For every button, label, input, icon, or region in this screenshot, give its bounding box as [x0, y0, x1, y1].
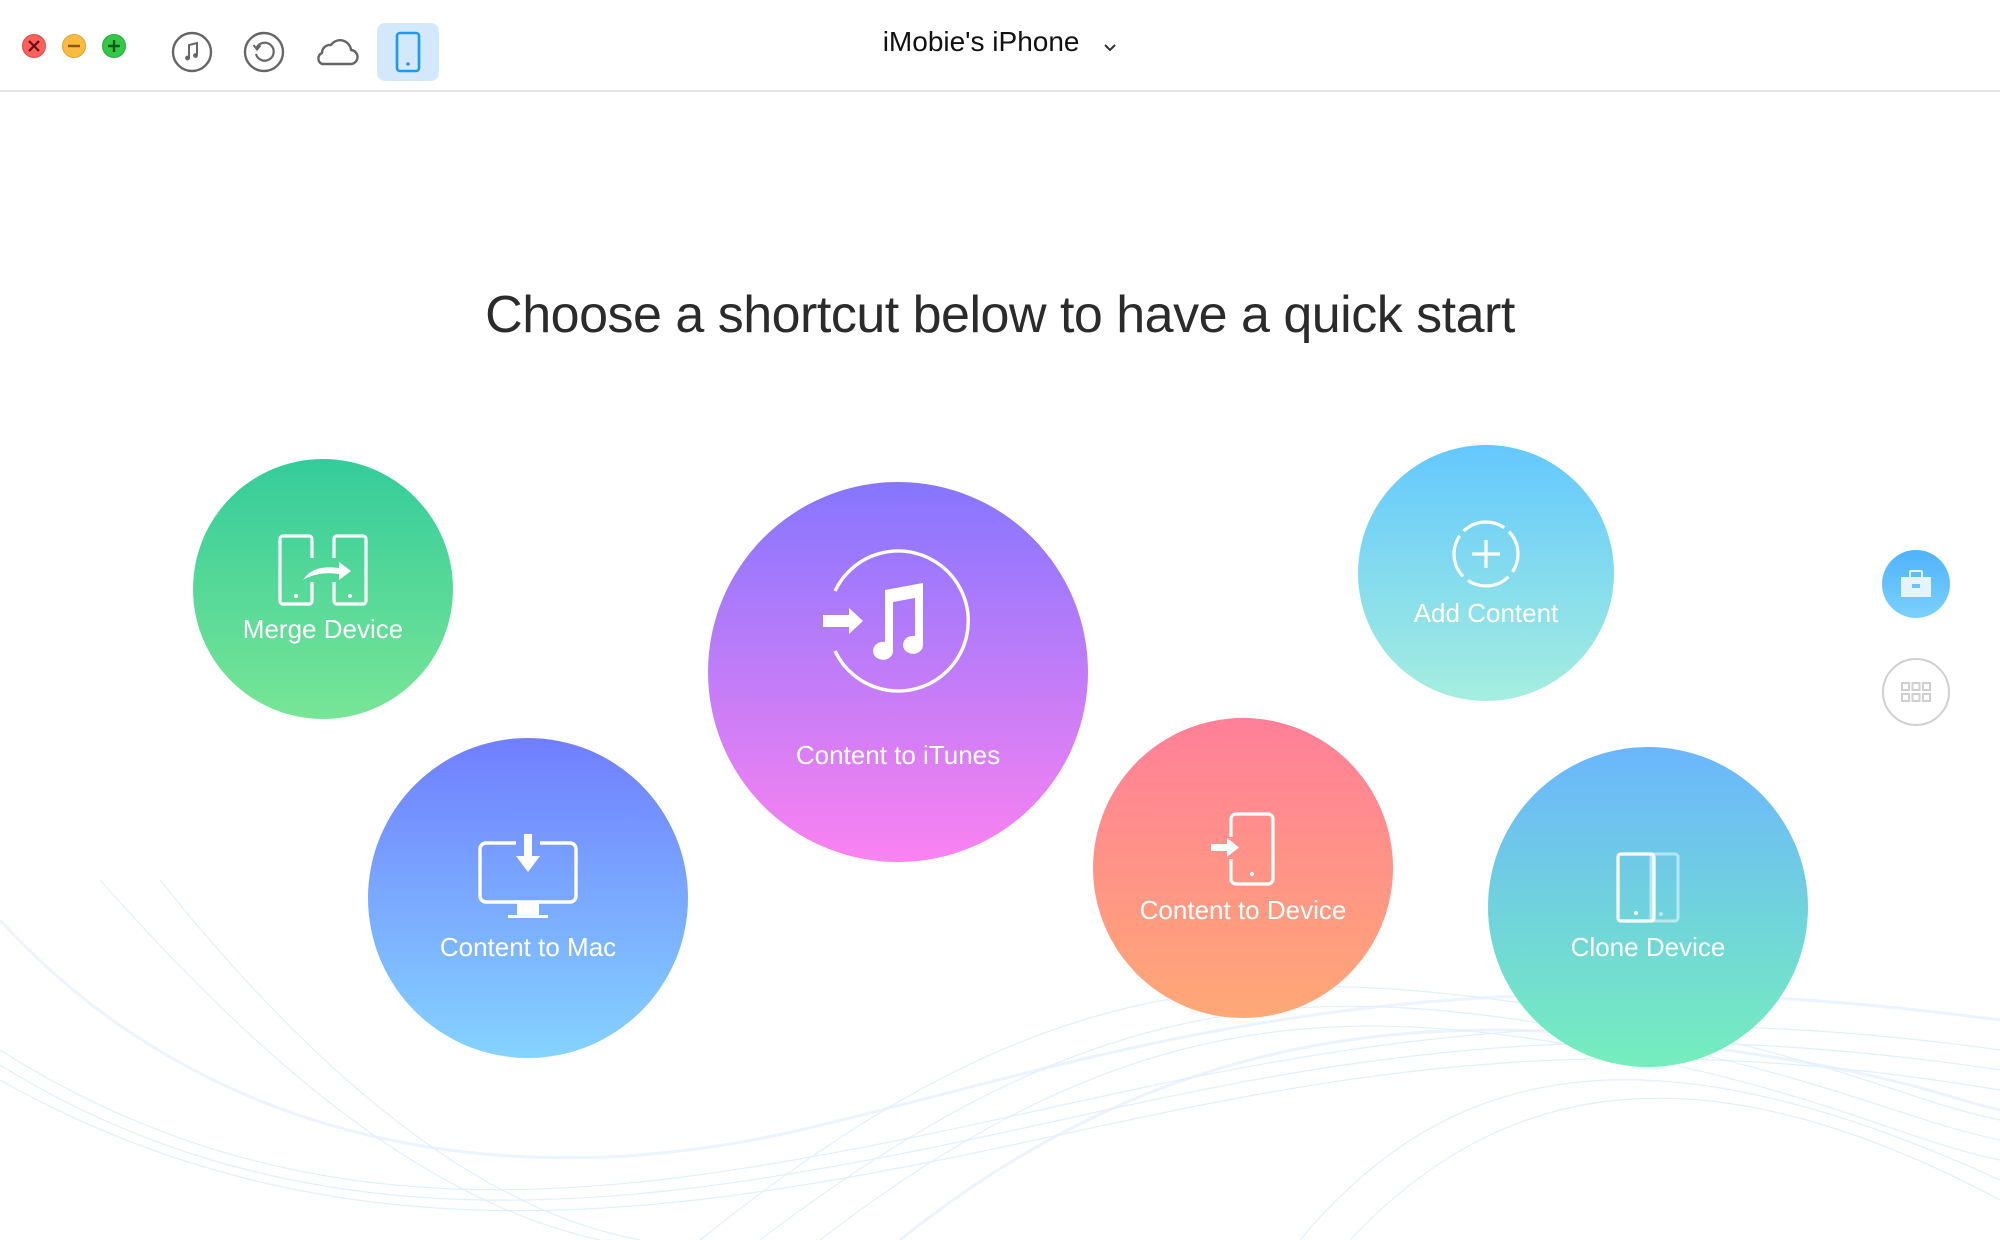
grid-icon: [1901, 682, 1931, 702]
shortcut-clone-device[interactable]: Clone Device: [1488, 747, 1808, 1067]
monitor-download-icon: [478, 833, 578, 918]
merge-device-icon: [278, 533, 368, 606]
shortcut-label: Add Content: [1413, 597, 1559, 628]
side-nav-grid-button[interactable]: [1882, 658, 1950, 726]
device-selector[interactable]: iMobie's iPhone: [0, 26, 2000, 60]
itunes-import-icon: [823, 548, 970, 693]
shortcut-label: Content to Device: [1139, 894, 1347, 925]
shortcut-label: Content to iTunes: [795, 739, 1001, 770]
toolkit-briefcase-icon: [1901, 570, 1931, 597]
device-name: iMobie's iPhone: [882, 26, 1080, 57]
chevron-down-icon: [1103, 28, 1117, 60]
shortcut-label: Clone Device: [1570, 931, 1726, 962]
app-window: iMobie's iPhone Choose a shortcut below …: [0, 0, 2000, 1240]
toolbar: iMobie's iPhone: [0, 0, 2000, 92]
clone-device-icon: [1616, 851, 1680, 923]
add-circle-icon: [1452, 519, 1520, 588]
shortcut-content-to-device[interactable]: Content to Device: [1093, 718, 1393, 1018]
shortcut-label: Content to Mac: [439, 931, 617, 962]
shortcut-add-content[interactable]: Add Content: [1358, 445, 1614, 701]
shortcut-label: Merge Device: [242, 613, 404, 644]
shortcut-merge-device[interactable]: Merge Device: [193, 459, 453, 719]
phone-import-icon: [1211, 811, 1275, 886]
side-nav-toolkit-button[interactable]: [1882, 550, 1950, 618]
page-headline: Choose a shortcut below to have a quick …: [485, 285, 1515, 344]
shortcut-content-to-mac[interactable]: Content to Mac: [368, 738, 688, 1058]
shortcut-content-to-itunes[interactable]: Content to iTunes: [708, 482, 1088, 862]
